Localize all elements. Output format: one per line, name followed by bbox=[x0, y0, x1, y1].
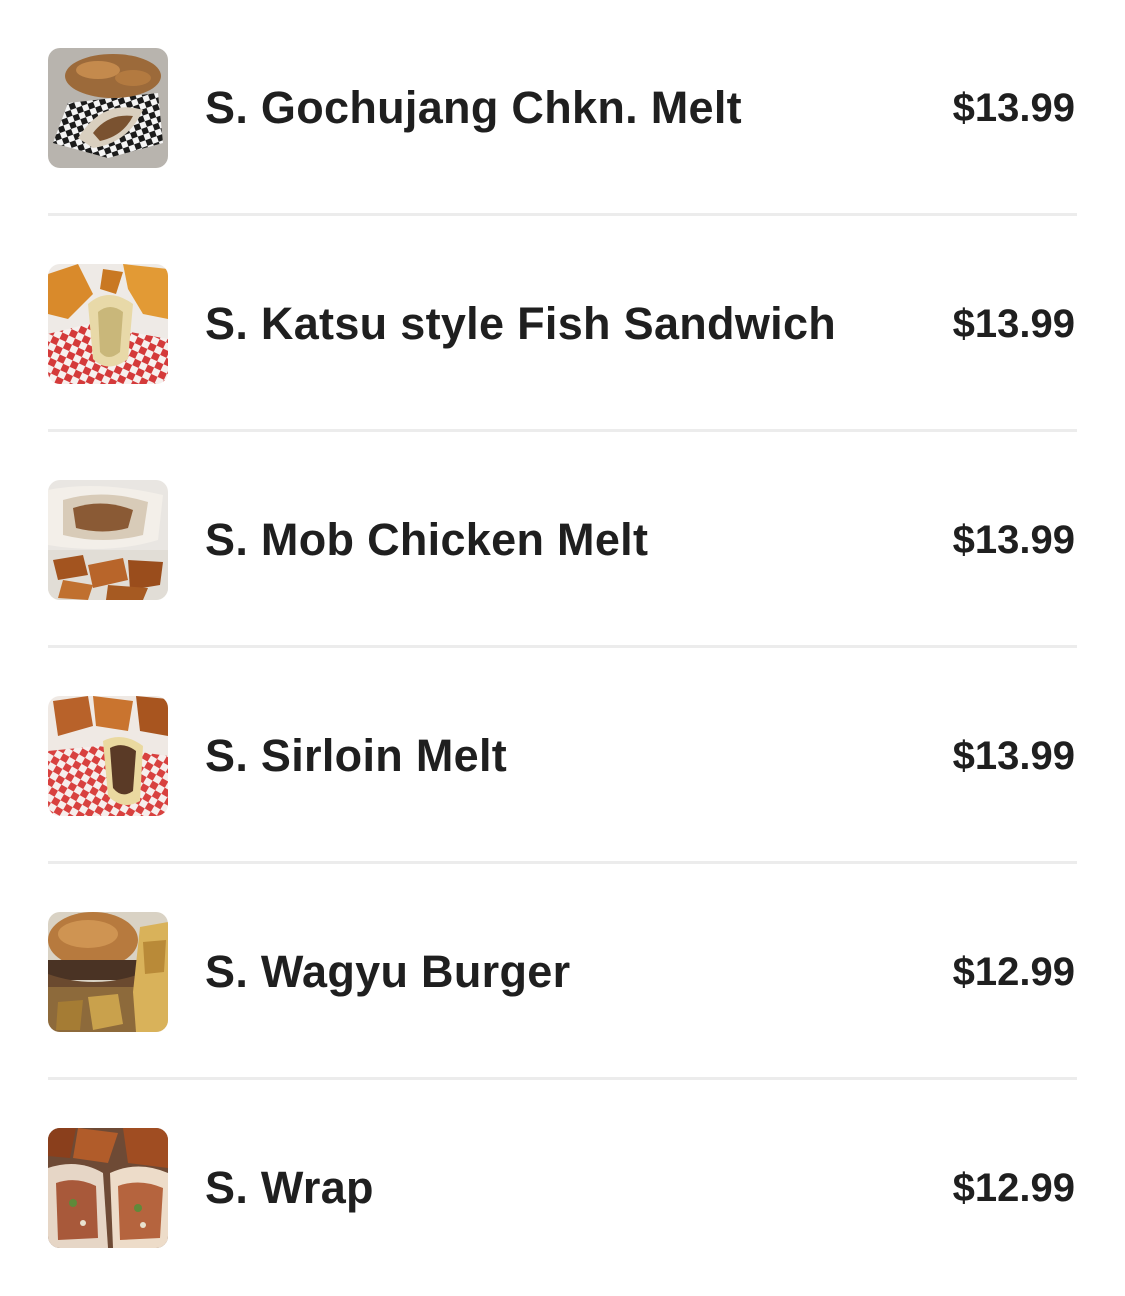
menu-item-name: S. Wrap bbox=[205, 1162, 374, 1213]
menu-item-price: $12.99 bbox=[952, 949, 1075, 994]
menu-item-gochujang-chkn-melt[interactable]: S. Gochujang Chkn. Melt $13.99 bbox=[48, 0, 1077, 216]
sirloin-melt-photo bbox=[48, 696, 168, 816]
menu-item-wagyu-burger[interactable]: S. Wagyu Burger $12.99 bbox=[48, 864, 1077, 1080]
food-photo bbox=[48, 264, 168, 384]
menu-item-price: $13.99 bbox=[952, 517, 1075, 562]
menu-item-name: S. Wagyu Burger bbox=[205, 946, 571, 997]
food-photo bbox=[48, 1128, 168, 1248]
food-photo bbox=[48, 48, 168, 168]
wagyu-burger-photo bbox=[48, 912, 168, 1032]
katsu-fish-sandwich-photo bbox=[48, 264, 168, 384]
menu-item-name: S. Katsu style Fish Sandwich bbox=[205, 298, 837, 349]
menu-item-katsu-fish-sandwich[interactable]: S. Katsu style Fish Sandwich $13.99 bbox=[48, 216, 1077, 432]
food-photo bbox=[48, 480, 168, 600]
gochujang-chicken-melt-photo bbox=[48, 48, 168, 168]
wrap-photo bbox=[48, 1128, 168, 1248]
menu-item-mob-chicken-melt[interactable]: S. Mob Chicken Melt $13.99 bbox=[48, 432, 1077, 648]
menu-item-wrap[interactable]: S. Wrap $12.99 bbox=[48, 1080, 1077, 1296]
menu-item-price: $13.99 bbox=[952, 733, 1075, 778]
menu-item-price: $13.99 bbox=[952, 301, 1075, 346]
menu-item-name: S. Mob Chicken Melt bbox=[205, 514, 649, 565]
menu-item-name: S. Gochujang Chkn. Melt bbox=[205, 82, 742, 133]
food-photo bbox=[48, 912, 168, 1032]
menu-item-list: S. Gochujang Chkn. Melt $13.99 S. Katsu … bbox=[0, 0, 1125, 1272]
mob-chicken-melt-photo bbox=[48, 480, 168, 600]
menu-item-price: $12.99 bbox=[952, 1165, 1075, 1210]
menu-item-price: $13.99 bbox=[952, 85, 1075, 130]
menu-item-sirloin-melt[interactable]: S. Sirloin Melt $13.99 bbox=[48, 648, 1077, 864]
food-photo bbox=[48, 696, 168, 816]
menu-item-name: S. Sirloin Melt bbox=[205, 730, 508, 781]
